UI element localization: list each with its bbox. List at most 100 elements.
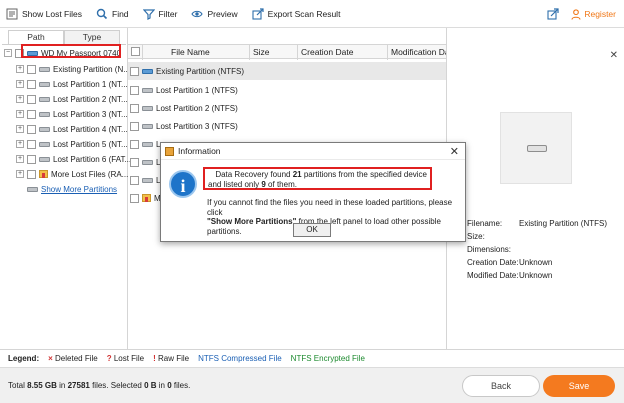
tree-checkbox[interactable] xyxy=(27,139,36,149)
partition-icon xyxy=(39,66,50,72)
message-line-2-b: of them. xyxy=(265,179,297,189)
tree-item[interactable]: + Existing Partition (N... xyxy=(16,62,130,76)
partition-icon xyxy=(27,186,38,192)
raw-file-icon: ! xyxy=(153,354,156,363)
save-button[interactable]: Save xyxy=(543,375,615,397)
partition-icon xyxy=(142,141,153,147)
column-size[interactable]: Size xyxy=(250,45,298,60)
expand-icon[interactable]: + xyxy=(16,65,24,73)
column-creation-date[interactable]: Creation Date xyxy=(298,45,388,60)
legend-ntfs-encrypted: NTFS Encrypted File xyxy=(290,354,365,363)
tree-item[interactable]: + Lost Partition 5 (NT... xyxy=(16,137,128,151)
find-button[interactable]: Find xyxy=(96,8,129,20)
column-file-name[interactable]: File Name xyxy=(143,45,250,60)
row-checkbox[interactable] xyxy=(130,193,139,203)
tree-item[interactable]: + More Lost Files (RA... xyxy=(16,167,128,181)
tree-item[interactable]: + Lost Partition 3 (NT... xyxy=(16,107,128,121)
tab-path[interactable]: Path xyxy=(8,30,64,44)
table-row[interactable]: Lost Partition 1 (NTFS) xyxy=(128,81,446,99)
show-more-partitions-link[interactable]: Show More Partitions xyxy=(27,182,117,196)
legend-deleted-label: Deleted File xyxy=(55,354,98,363)
column-modification-date[interactable]: Modification Dat xyxy=(388,45,446,60)
tree-item-label: Lost Partition 4 (NT... xyxy=(53,124,128,134)
dialog-close-icon[interactable]: ✕ xyxy=(450,145,459,158)
back-button[interactable]: Back xyxy=(462,375,540,397)
summary-files-end: files. xyxy=(171,381,191,390)
partition-icon xyxy=(39,111,50,117)
tree-item-label: Lost Partition 5 (NT... xyxy=(53,139,128,149)
message-line-2-a: and listed only xyxy=(208,179,262,189)
tree-checkbox[interactable] xyxy=(27,109,36,119)
lost-files-folder-icon xyxy=(142,194,151,202)
tab-type[interactable]: Type xyxy=(64,30,120,44)
expand-icon[interactable]: + xyxy=(16,155,24,163)
export-scan-result-button[interactable]: Export Scan Result xyxy=(252,7,340,20)
expand-icon[interactable]: + xyxy=(16,95,24,103)
deleted-file-icon: × xyxy=(48,354,53,363)
filter-icon xyxy=(142,8,155,20)
message-line-3: If you cannot find the files you need in… xyxy=(207,198,453,217)
close-preview-icon[interactable]: ✕ xyxy=(610,50,618,61)
message-line-1-b: partitions from the specified device xyxy=(301,170,427,179)
row-checkbox[interactable] xyxy=(130,85,139,95)
select-all-checkbox[interactable] xyxy=(131,47,140,56)
message-line-2: and listed only 9 of them. xyxy=(208,180,427,190)
detail-filename: Filename: Existing Partition (NTFS) xyxy=(467,219,607,228)
row-checkbox[interactable] xyxy=(130,121,139,131)
register-button[interactable]: Register xyxy=(571,8,616,20)
legend-bar: Legend: × Deleted File ? Lost File ! Raw… xyxy=(0,349,624,367)
message-line-1-a: Data Recovery found xyxy=(215,170,293,179)
row-checkbox[interactable] xyxy=(130,103,139,113)
row-checkbox[interactable] xyxy=(130,66,139,76)
share-icon[interactable] xyxy=(547,8,559,20)
detail-creation-date: Creation Date:Unknown xyxy=(467,258,552,267)
register-label: Register xyxy=(584,9,616,19)
row-checkbox[interactable] xyxy=(130,139,139,149)
tree-item-label: More Lost Files (RA... xyxy=(51,169,129,179)
tree-checkbox[interactable] xyxy=(27,124,36,134)
table-row[interactable]: Lost Partition 2 (NTFS) xyxy=(128,99,446,117)
tree-item[interactable]: + Lost Partition 2 (NT... xyxy=(16,92,128,106)
tree-checkbox[interactable] xyxy=(27,94,36,104)
search-icon xyxy=(96,8,108,19)
partition-icon xyxy=(527,145,547,152)
row-checkbox[interactable] xyxy=(130,175,139,185)
tree-item[interactable]: + Lost Partition 4 (NT... xyxy=(16,122,128,136)
left-panel: Path Type − WD My Passport 0740 + Existi… xyxy=(0,28,131,349)
toolbar: Show Lost Files Find Filter Preview Expo… xyxy=(0,0,624,28)
expand-icon[interactable]: + xyxy=(16,125,24,133)
expand-icon[interactable]: + xyxy=(16,80,24,88)
ok-button[interactable]: OK xyxy=(293,223,331,237)
legend-raw-label: Raw File xyxy=(157,354,190,363)
collapse-icon[interactable]: − xyxy=(4,49,12,57)
partition-icon xyxy=(142,123,153,129)
show-lost-files-button[interactable]: Show Lost Files xyxy=(6,8,82,20)
tree-item[interactable]: + Lost Partition 1 (NT... xyxy=(16,77,128,91)
expand-icon[interactable]: + xyxy=(16,170,24,178)
table-row[interactable]: Lost Partition 3 (NTFS) xyxy=(128,117,446,135)
row-checkbox[interactable] xyxy=(130,157,139,167)
tree-checkbox[interactable] xyxy=(27,64,36,74)
detail-modified-date: Modified Date:Unknown xyxy=(467,271,552,280)
tree-checkbox[interactable] xyxy=(27,154,36,164)
detail-dimensions: Dimensions: xyxy=(467,245,519,254)
row-file-name: Existing Partition (NTFS) xyxy=(156,66,245,76)
legend-raw: ! Raw File xyxy=(153,354,189,363)
partition-icon xyxy=(39,141,50,147)
expand-icon[interactable]: + xyxy=(16,110,24,118)
show-lost-files-label: Show Lost Files xyxy=(22,8,82,19)
user-icon xyxy=(571,8,581,20)
expand-icon[interactable]: + xyxy=(16,140,24,148)
preview-button[interactable]: Preview xyxy=(191,8,238,20)
detail-creation-label: Creation Date: xyxy=(467,258,519,267)
tree-checkbox[interactable] xyxy=(27,79,36,89)
root-highlight-box xyxy=(21,44,121,58)
tree-checkbox[interactable] xyxy=(27,169,36,179)
partitions-found-message: Data Recovery found 21 partitions from t… xyxy=(203,167,432,190)
filter-button[interactable]: Filter xyxy=(142,8,177,20)
tree-item[interactable]: + Lost Partition 6 (FAT... xyxy=(16,152,131,166)
summary-total-files: 27581 xyxy=(67,381,90,390)
header-select-all[interactable] xyxy=(128,45,143,60)
table-row[interactable]: Existing Partition (NTFS) xyxy=(128,62,446,80)
partition-icon xyxy=(39,126,50,132)
